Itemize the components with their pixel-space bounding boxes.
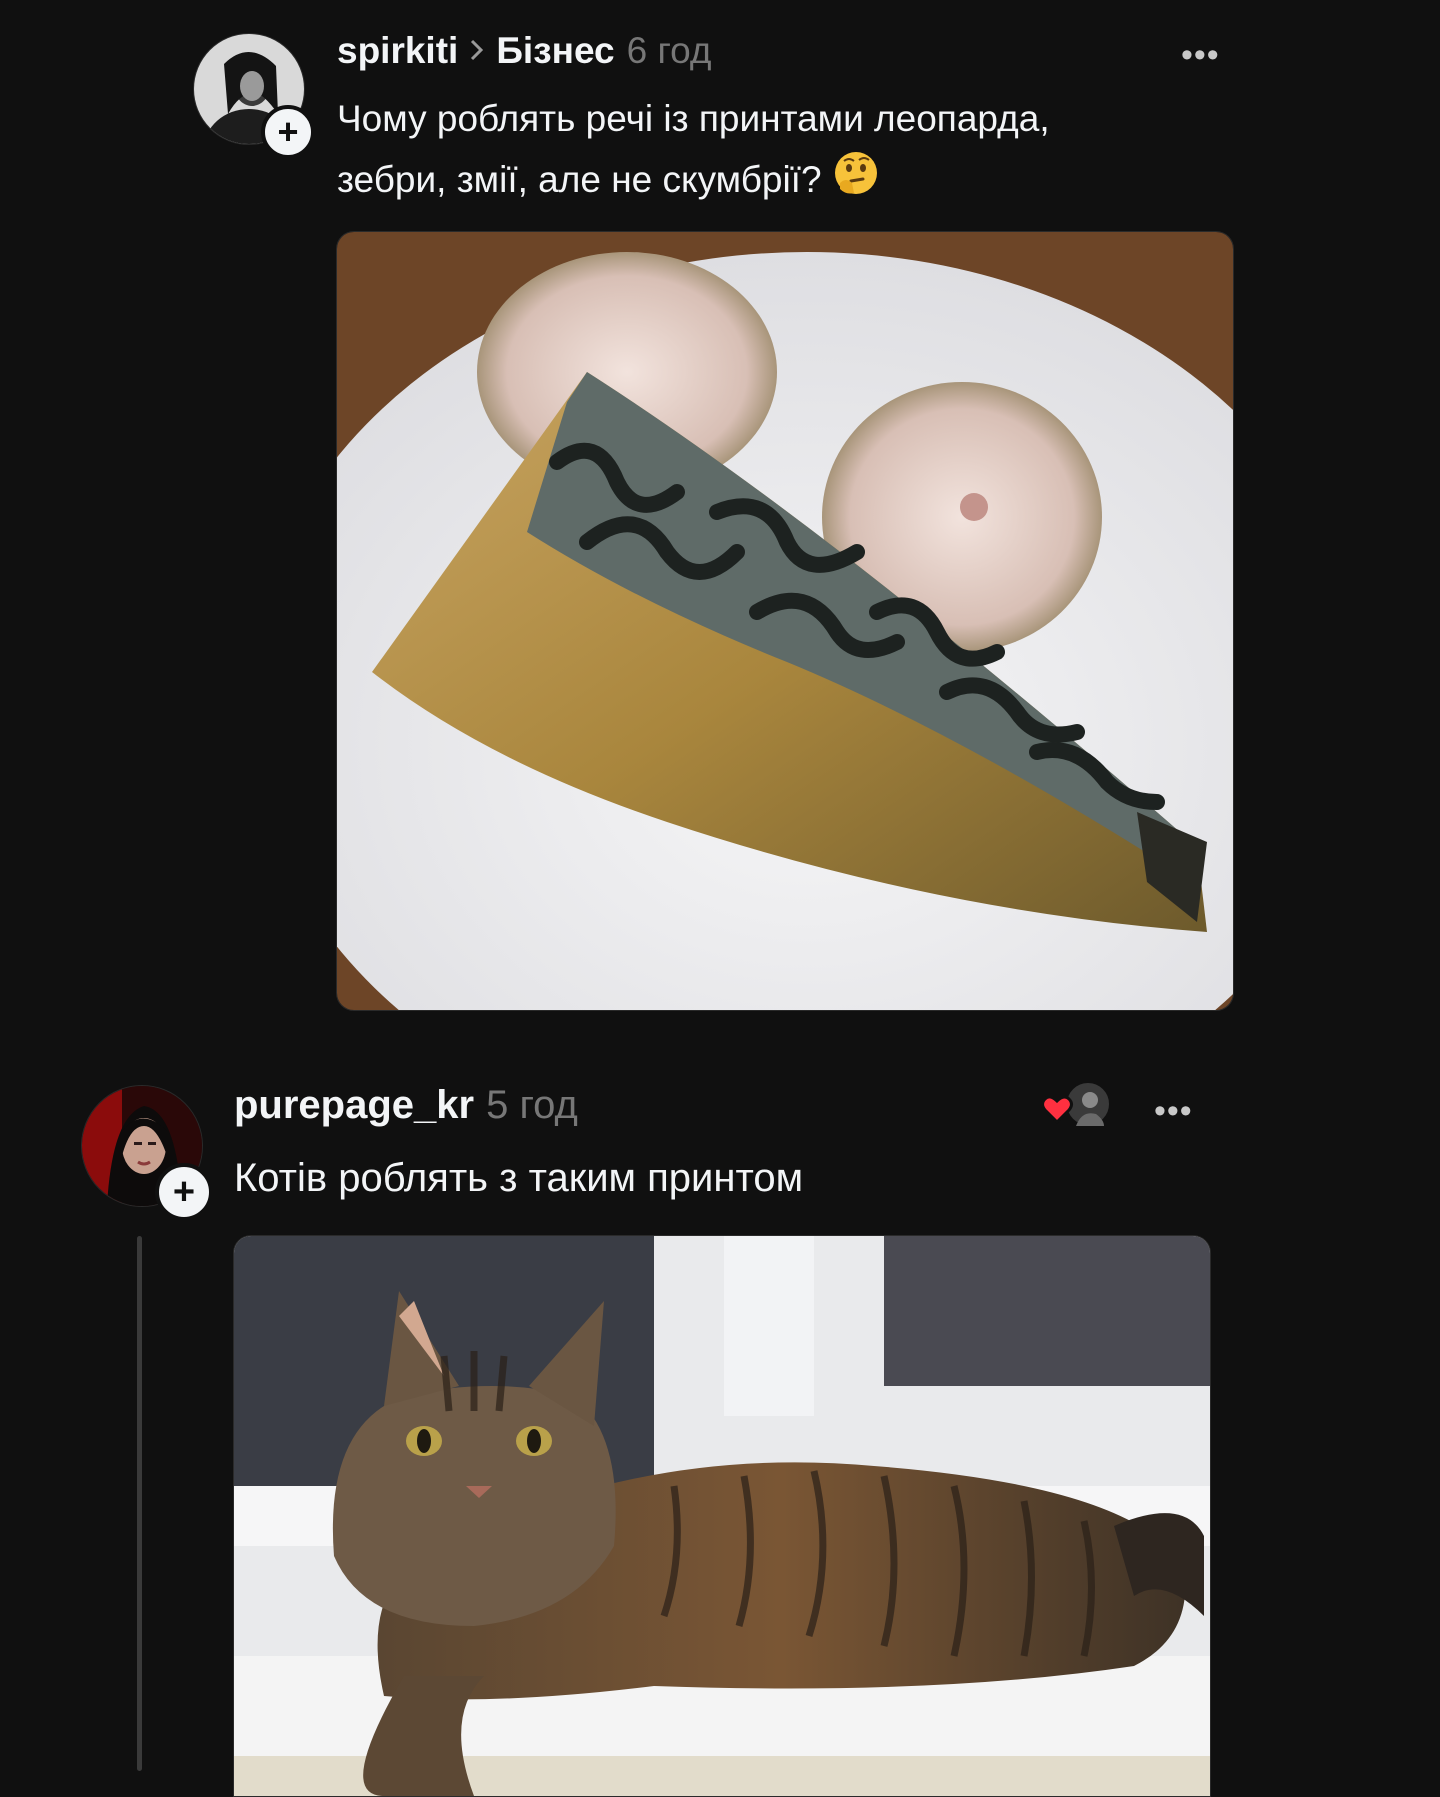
plus-icon: + xyxy=(172,1170,196,1213)
mackerel-photo xyxy=(337,232,1233,1010)
username[interactable]: purepage_kr xyxy=(234,1083,474,1128)
post-body: Чому роблять речі із принтами леопарда, … xyxy=(337,88,1050,215)
username[interactable]: spirkiti xyxy=(337,30,458,72)
more-options-button[interactable]: ••• xyxy=(1154,1094,1193,1128)
post-text-line: зебри, змії, але не скумбрії? xyxy=(337,159,822,200)
post-header: spirkiti Бізнес 6 год xyxy=(337,30,712,72)
topic-tag[interactable]: Бізнес xyxy=(496,30,614,72)
tabby-cat-photo xyxy=(234,1236,1210,1796)
chevron-right-icon xyxy=(468,30,486,72)
more-options-button[interactable]: ••• xyxy=(1181,38,1220,72)
timestamp: 5 год xyxy=(486,1083,578,1127)
thinking-face-icon xyxy=(832,149,880,215)
heart-icon xyxy=(1041,1095,1073,1125)
liked-by-author-indicator[interactable] xyxy=(1040,1080,1112,1132)
post-text-line: Чому роблять речі із принтами леопарда, xyxy=(337,98,1050,139)
reply-image-cat[interactable] xyxy=(233,1235,1211,1797)
reply-header: purepage_kr 5 год xyxy=(234,1083,578,1128)
reply-body: Котів роблять з таким принтом xyxy=(234,1156,804,1200)
follow-plus-button[interactable]: + xyxy=(261,105,315,159)
post-image-mackerel[interactable] xyxy=(336,231,1234,1011)
reply-avatar-group[interactable]: + xyxy=(81,1085,213,1221)
thread-line xyxy=(137,1236,142,1771)
follow-plus-button[interactable]: + xyxy=(155,1163,213,1221)
timestamp: 6 год xyxy=(626,30,712,71)
plus-icon: + xyxy=(277,111,299,152)
author-avatar-group[interactable]: + xyxy=(193,33,315,159)
